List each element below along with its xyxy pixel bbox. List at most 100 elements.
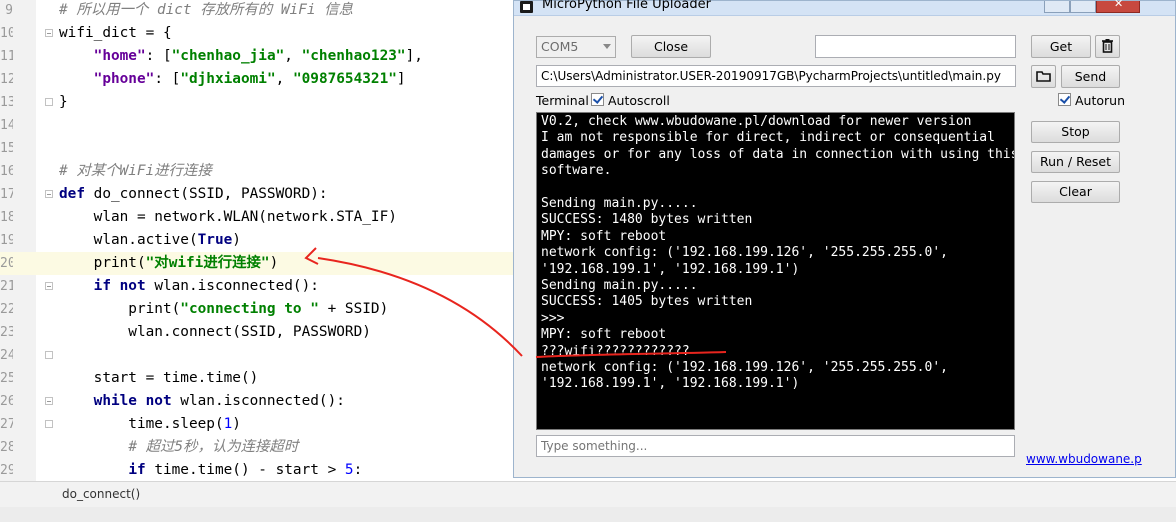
code-token: time.sleep( — [59, 416, 224, 432]
code-text: wlan.active(True) — [59, 229, 241, 252]
terminal-line: '192.168.199.1', '192.168.199.1') — [541, 261, 800, 277]
code-token: : — [353, 462, 363, 478]
code-text: print("connecting to " + SSID) — [59, 298, 388, 321]
close-port-button[interactable]: Close — [631, 35, 711, 58]
line-number: 27 — [0, 417, 13, 432]
code-token: # 对某个WiFi进行连接 — [59, 163, 212, 179]
code-text: if time.time() - start > 5: — [59, 459, 362, 481]
minimize-button[interactable] — [1044, 1, 1070, 13]
autorun-checkbox[interactable] — [1058, 93, 1071, 106]
window-titlebar[interactable]: MicroPython File Uploader ✕ — [514, 0, 1175, 16]
line-number: 26 — [0, 394, 13, 409]
file-path-input[interactable]: C:\Users\Administrator.USER-20190917GB\P… — [536, 65, 1016, 87]
code-token: 5 — [344, 462, 354, 478]
terminal-line: MPY: soft reboot — [541, 327, 667, 343]
code-token: def — [59, 186, 94, 202]
code-token: wlan = network.WLAN(network.STA_IF) — [59, 209, 397, 225]
terminal-output[interactable]: V0.2, check www.wbudowane.pl/download fo… — [536, 112, 1015, 430]
code-token: "djhxiaomi" — [180, 71, 276, 87]
code-text: print("对wifi进行连接") — [59, 252, 279, 275]
code-token: ) — [232, 232, 241, 248]
code-token: wifi_dict = { — [59, 25, 172, 41]
website-link[interactable]: www.wbudowane.p — [1026, 452, 1142, 466]
clear-button[interactable]: Clear — [1031, 181, 1120, 203]
code-text: } — [59, 91, 68, 114]
code-text: time.sleep(1) — [59, 413, 241, 436]
terminal-line: >>> — [541, 310, 565, 326]
code-token: , — [284, 48, 302, 64]
code-text: "phone": ["djhxiaomi", "0987654321"] — [59, 68, 406, 91]
terminal-line: damages or for any loss of data in conne… — [541, 146, 1015, 162]
fold-marker-icon[interactable] — [45, 282, 53, 290]
code-token: } — [59, 94, 68, 110]
autoscroll-label: Autoscroll — [608, 93, 670, 108]
chevron-down-icon — [603, 44, 611, 49]
terminal-input[interactable] — [536, 435, 1015, 457]
code-token: , — [275, 71, 293, 87]
code-token: wlan.isconnected(): — [180, 393, 345, 409]
stop-button[interactable]: Stop — [1031, 121, 1120, 143]
code-token: + SSID) — [318, 301, 389, 317]
terminal-line: network config: ('192.168.199.126', '255… — [541, 245, 948, 261]
fold-marker-icon[interactable] — [45, 98, 53, 106]
trash-icon — [1102, 39, 1113, 53]
code-token: "chenhao_jia" — [171, 48, 285, 64]
open-file-button[interactable] — [1031, 65, 1056, 88]
code-token: time.time() - start > — [154, 462, 345, 478]
terminal-line: software. — [541, 163, 612, 179]
line-number: 9 — [5, 3, 13, 18]
code-token: wlan.active( — [59, 232, 198, 248]
app-icon — [520, 1, 533, 13]
code-token: if — [128, 462, 155, 478]
file-path-value: C:\Users\Administrator.USER-20190917GB\P… — [541, 69, 1001, 83]
code-token: # 超过5秒，认为连接超时 — [128, 439, 299, 455]
code-token: while not — [93, 393, 181, 409]
code-token: print( — [59, 255, 146, 271]
breadcrumb-function[interactable]: do_connect() — [62, 487, 140, 501]
fold-marker-icon[interactable] — [45, 29, 53, 37]
line-number: 15 — [0, 141, 13, 156]
delete-button[interactable] — [1095, 35, 1120, 58]
terminal-line: SUCCESS: 1480 bytes written — [541, 212, 753, 228]
window-close-button[interactable]: ✕ — [1096, 0, 1140, 13]
code-token: wlan.isconnected(): — [154, 278, 319, 294]
line-number: 28 — [0, 440, 13, 455]
code-text: wifi_dict = { — [59, 22, 172, 45]
autoscroll-checkbox[interactable] — [591, 93, 604, 106]
run-reset-button[interactable]: Run / Reset — [1031, 151, 1120, 173]
line-number: 24 — [0, 348, 13, 363]
terminal-line: '192.168.199.1', '192.168.199.1') — [541, 376, 800, 392]
line-number: 11 — [0, 49, 13, 64]
code-text: wlan = network.WLAN(network.STA_IF) — [59, 206, 397, 229]
window-title: MicroPython File Uploader — [542, 0, 711, 12]
code-token: : [ — [145, 48, 172, 64]
code-token: # 所以用一个 dict 存放所有的 WiFi 信息 — [59, 2, 353, 18]
uploader-window: MicroPython File Uploader ✕ COM5 Close G… — [513, 0, 1176, 478]
get-button[interactable]: Get — [1031, 35, 1091, 58]
line-number: 13 — [0, 95, 13, 110]
fold-marker-icon[interactable] — [45, 351, 53, 359]
folder-icon — [1036, 71, 1051, 82]
port-select-value: COM5 — [541, 39, 579, 54]
code-text: if not wlan.isconnected(): — [59, 275, 319, 298]
send-button[interactable]: Send — [1061, 65, 1120, 88]
remote-file-input[interactable] — [815, 35, 1016, 58]
breadcrumb-bar: do_connect() — [0, 481, 1176, 507]
line-number: 16 — [0, 164, 13, 179]
line-number: 12 — [0, 72, 13, 87]
fold-marker-icon[interactable] — [45, 420, 53, 428]
code-text: # 所以用一个 dict 存放所有的 WiFi 信息 — [59, 0, 353, 22]
terminal-line: Sending main.py..... — [541, 196, 698, 211]
code-token: "connecting to " — [180, 301, 319, 317]
maximize-button[interactable] — [1070, 1, 1096, 13]
fold-marker-icon[interactable] — [45, 190, 53, 198]
fold-marker-icon[interactable] — [45, 397, 53, 405]
line-number: 23 — [0, 325, 13, 340]
code-token: ] — [396, 71, 406, 87]
port-select[interactable]: COM5 — [536, 36, 616, 58]
code-token: "0987654321" — [292, 71, 397, 87]
